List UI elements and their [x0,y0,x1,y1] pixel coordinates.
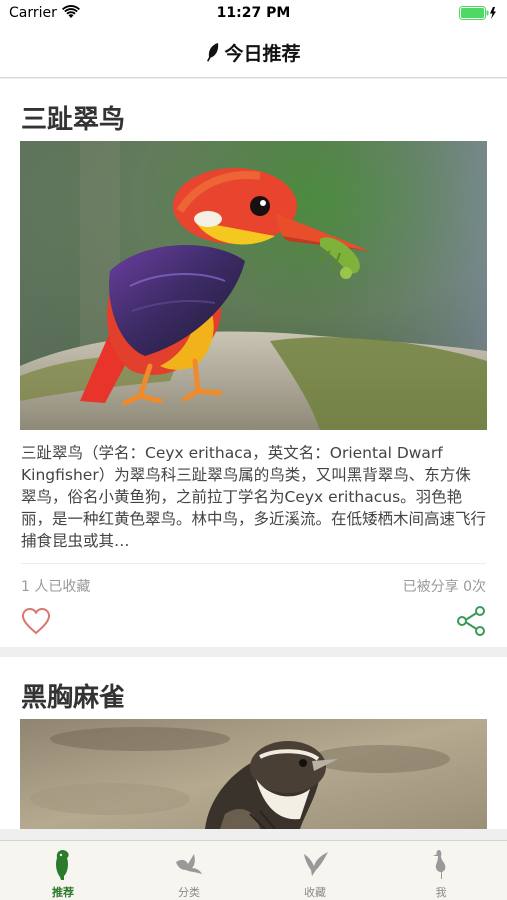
tab-label: 分类 [178,886,200,899]
favorite-count: 1 人已收藏 [21,579,91,595]
page-title: 今日推荐 [0,39,507,67]
share-count: 已被分享 0次 [402,579,486,595]
tab-category[interactable]: 分类 [126,841,252,900]
feather-icon [206,42,220,67]
heron-profile-icon [429,848,453,884]
card-stats: 1 人已收藏 已被分享 0次 [21,563,486,603]
tab-label: 收藏 [304,886,326,899]
bird-card[interactable]: 三趾翠鸟 三趾翠鸟（学名：Ceyx erithaca，英文名：Oriental … [0,79,507,647]
favorite-bird-icon [300,848,330,882]
card-actions [21,603,486,647]
bird-feed[interactable]: 三趾翠鸟 三趾翠鸟（学名：Ceyx erithaca，英文名：Oriental … [0,79,507,839]
bird-name: 三趾翠鸟 [21,105,126,135]
navigation-bar: 今日推荐 [0,28,507,78]
bird-name: 黑胸麻雀 [21,683,126,713]
tab-bar: 推荐 分类 收藏 我 [0,840,507,900]
app-screen: Carrier 11:27 PM 今日推荐 三趾翠鸟 三趾翠鸟（学名：Ceyx … [0,0,507,900]
category-bird-icon [174,848,204,882]
battery-icon [459,6,497,24]
bird-card[interactable]: 黑胸麻雀 [0,657,507,829]
tab-favorites[interactable]: 收藏 [252,841,378,900]
bird-photo[interactable] [20,141,487,430]
share-icon[interactable] [456,605,486,641]
page-title-text: 今日推荐 [224,43,301,65]
clock-time: 11:27 PM [216,5,291,21]
tab-profile[interactable]: 我 [378,841,504,900]
tab-label: 我 [435,886,447,899]
recommend-bird-icon [52,848,74,884]
status-bar: Carrier 11:27 PM [0,0,507,28]
tab-recommend[interactable]: 推荐 [0,841,126,900]
bird-photo[interactable] [20,719,487,829]
bird-description: 三趾翠鸟（学名：Ceyx erithaca，英文名：Oriental Dwarf… [21,444,486,550]
heart-icon[interactable] [21,607,51,639]
tab-label: 推荐 [52,886,74,899]
